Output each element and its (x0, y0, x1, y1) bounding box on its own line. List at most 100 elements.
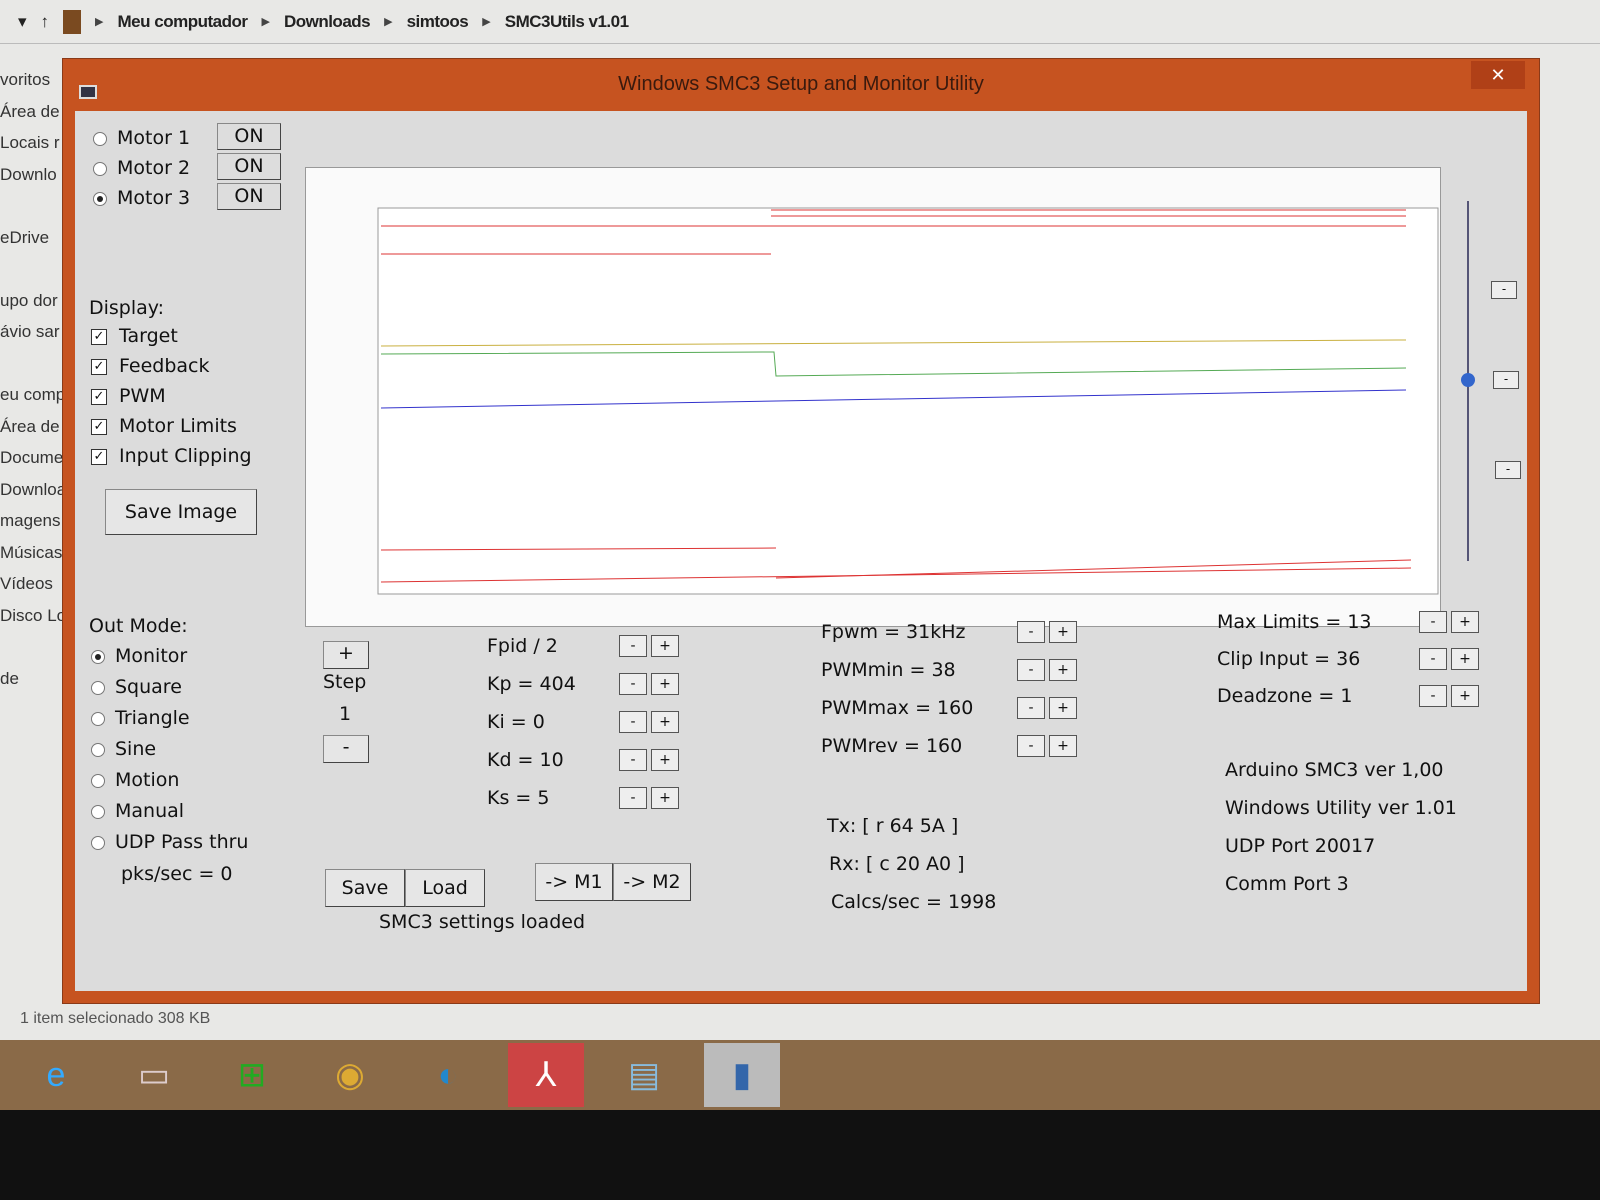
edge-icon[interactable]: ◐ (410, 1043, 486, 1107)
motor-1-on-button[interactable]: ON (217, 123, 281, 150)
display-checkbox-input-clipping[interactable]: ✓ Input Clipping (91, 445, 252, 467)
smc3-utility-taskbar-icon[interactable]: ▮ (704, 1043, 780, 1107)
acrobat-icon[interactable]: ⅄ (508, 1043, 584, 1107)
nav-item[interactable]: ávio sar (0, 322, 62, 354)
store-icon[interactable]: ⊞ (214, 1043, 290, 1107)
increment-button[interactable]: + (651, 787, 679, 809)
offset-minus-button[interactable]: - (1493, 371, 1519, 389)
trace-minus-button[interactable]: - (1495, 461, 1521, 479)
increment-button[interactable]: + (651, 711, 679, 733)
nav-item[interactable]: Músicas (0, 543, 62, 575)
display-checkbox-feedback[interactable]: ✓ Feedback (91, 355, 209, 377)
decrement-button[interactable]: - (619, 635, 647, 657)
decrement-button[interactable]: - (619, 711, 647, 733)
increment-button[interactable]: + (1049, 697, 1077, 719)
radio-icon[interactable] (91, 711, 105, 726)
scale-minus-button[interactable]: - (1491, 281, 1517, 299)
nav-item[interactable]: Disco Lo (0, 606, 62, 638)
outmode-radio-square[interactable]: Square (91, 676, 182, 698)
step-plus-button[interactable]: + (323, 641, 369, 669)
address-bar[interactable]: ▾ ↑ ▶ Meu computador ▶ Downloads ▶ simto… (0, 0, 1600, 44)
checkbox-icon[interactable]: ✓ (91, 448, 107, 465)
increment-button[interactable]: + (1049, 735, 1077, 757)
checkbox-icon[interactable]: ✓ (91, 328, 107, 345)
increment-button[interactable]: + (1049, 621, 1077, 643)
outmode-radio-motion[interactable]: Motion (91, 769, 179, 791)
nav-item[interactable]: upo dor (0, 291, 62, 323)
radio-icon[interactable] (91, 649, 105, 664)
breadcrumb-item[interactable]: Downloads (284, 12, 371, 32)
checkbox-icon[interactable]: ✓ (91, 358, 107, 375)
outmode-radio-udp-pass-thru[interactable]: UDP Pass thru (91, 831, 248, 853)
nav-item[interactable]: Downloa (0, 480, 62, 512)
radio-icon[interactable] (93, 191, 107, 206)
breadcrumb-item[interactable]: SMC3Utils v1.01 (505, 12, 629, 32)
radio-icon[interactable] (91, 742, 105, 757)
load-button[interactable]: Load (405, 869, 485, 907)
decrement-button[interactable]: - (1017, 659, 1045, 681)
motor-3-on-button[interactable]: ON (217, 183, 281, 210)
radio-icon[interactable] (93, 131, 107, 146)
back-icon[interactable]: ▾ (18, 12, 27, 32)
increment-button[interactable]: + (1049, 659, 1077, 681)
save-button[interactable]: Save (325, 869, 405, 907)
outmode-radio-triangle[interactable]: Triangle (91, 707, 190, 729)
file-explorer-icon[interactable]: ▭ (116, 1043, 192, 1107)
copy-to-m2-button[interactable]: -> M2 (613, 863, 691, 901)
decrement-button[interactable]: - (1017, 697, 1045, 719)
increment-button[interactable]: + (651, 635, 679, 657)
display-checkbox-motor-limits[interactable]: ✓ Motor Limits (91, 415, 237, 437)
radio-icon[interactable] (91, 680, 105, 695)
internet-explorer-icon[interactable]: e (18, 1043, 94, 1107)
nav-item[interactable]: voritos (0, 70, 62, 102)
nav-item[interactable]: de (0, 669, 62, 701)
decrement-button[interactable]: - (619, 749, 647, 771)
chrome-icon[interactable]: ◉ (312, 1043, 388, 1107)
close-button[interactable]: ✕ (1471, 61, 1525, 89)
copy-to-m1-button[interactable]: -> M1 (535, 863, 613, 901)
radio-icon[interactable] (91, 804, 105, 819)
motor-radio-2[interactable]: Motor 2 (93, 157, 190, 179)
decrement-button[interactable]: - (1419, 685, 1447, 707)
increment-button[interactable]: + (1451, 648, 1479, 670)
radio-icon[interactable] (91, 835, 105, 850)
nav-item[interactable] (0, 259, 62, 291)
nav-item[interactable]: Downlo (0, 165, 62, 197)
title-bar[interactable]: Windows SMC3 Setup and Monitor Utility ✕ (63, 59, 1539, 111)
increment-button[interactable]: + (1451, 685, 1479, 707)
nav-item[interactable] (0, 637, 62, 669)
increment-button[interactable]: + (651, 673, 679, 695)
nav-item[interactable] (0, 354, 62, 386)
decrement-button[interactable]: - (1017, 735, 1045, 757)
save-image-button[interactable]: Save Image (105, 489, 257, 535)
zoom-slider-thumb[interactable] (1461, 373, 1475, 387)
motor-radio-3[interactable]: Motor 3 (93, 187, 190, 209)
outmode-radio-sine[interactable]: Sine (91, 738, 156, 760)
increment-button[interactable]: + (651, 749, 679, 771)
decrement-button[interactable]: - (619, 787, 647, 809)
step-minus-button[interactable]: - (323, 735, 369, 763)
nav-item[interactable]: Área de (0, 102, 62, 134)
nav-item[interactable]: Área de (0, 417, 62, 449)
display-checkbox-pwm[interactable]: ✓ PWM (91, 385, 166, 407)
radio-icon[interactable] (91, 773, 105, 788)
outmode-radio-manual[interactable]: Manual (91, 800, 184, 822)
breadcrumb-item[interactable]: Meu computador (118, 12, 248, 32)
control-panel-icon[interactable]: ▤ (606, 1043, 682, 1107)
motor-2-on-button[interactable]: ON (217, 153, 281, 180)
nav-item[interactable]: Docume (0, 448, 62, 480)
checkbox-icon[interactable]: ✓ (91, 388, 107, 405)
increment-button[interactable]: + (1451, 611, 1479, 633)
decrement-button[interactable]: - (1017, 621, 1045, 643)
checkbox-icon[interactable]: ✓ (91, 418, 107, 435)
up-arrow-icon[interactable]: ↑ (41, 12, 50, 32)
decrement-button[interactable]: - (1419, 611, 1447, 633)
decrement-button[interactable]: - (619, 673, 647, 695)
nav-item[interactable]: Vídeos (0, 574, 62, 606)
nav-item[interactable]: magens (0, 511, 62, 543)
nav-item[interactable]: Locais r (0, 133, 62, 165)
outmode-radio-monitor[interactable]: Monitor (91, 645, 187, 667)
breadcrumb-item[interactable]: simtoos (407, 12, 469, 32)
nav-item[interactable]: eu comp (0, 385, 62, 417)
decrement-button[interactable]: - (1419, 648, 1447, 670)
